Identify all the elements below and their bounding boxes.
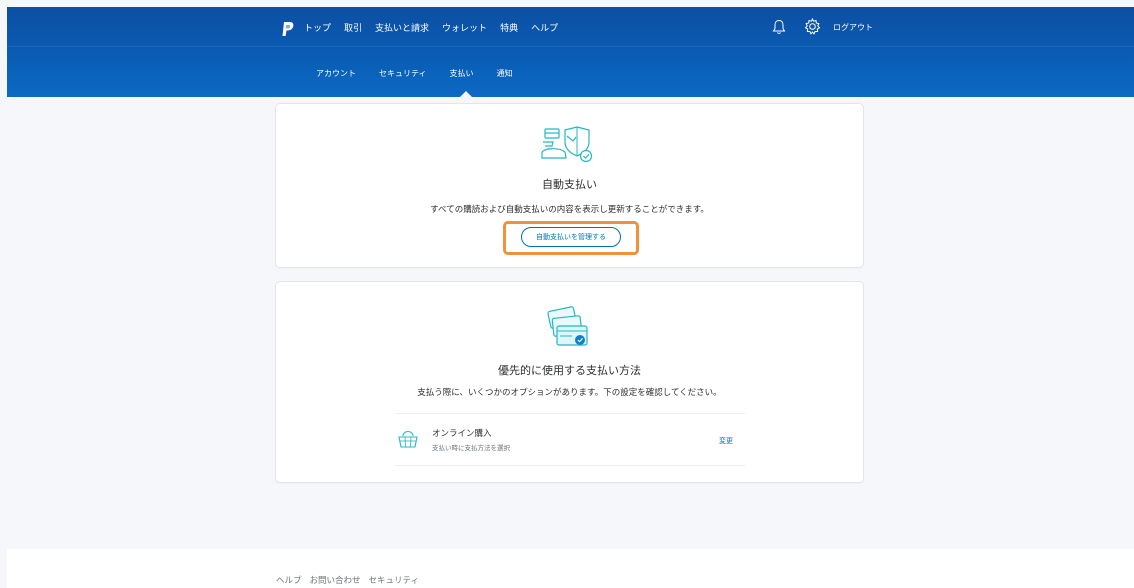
footer-contact-link[interactable]: お問い合わせ bbox=[310, 574, 361, 586]
tab-security[interactable]: セキュリティ bbox=[379, 68, 427, 79]
primary-nav: トップ 取引 支払いと請求 ウォレット 特典 ヘルプ bbox=[304, 21, 571, 34]
nav-wallet[interactable]: ウォレット bbox=[442, 21, 487, 34]
gear-icon[interactable] bbox=[804, 18, 821, 35]
top-navigation-bar: トップ 取引 支払いと請求 ウォレット 特典 ヘルプ ログアウト アカウント セ… bbox=[7, 7, 1134, 98]
footer-security-link[interactable]: セキュリティ bbox=[369, 574, 420, 586]
autopay-title: 自動支払い bbox=[542, 178, 597, 191]
active-tab-indicator bbox=[459, 91, 473, 98]
tab-account[interactable]: アカウント bbox=[316, 68, 356, 79]
preferred-payment-description: 支払う際に、いくつかのオプションがあります。下の設定を確認してください。 bbox=[417, 388, 722, 398]
bell-icon[interactable] bbox=[772, 19, 786, 35]
autopay-shield-icon bbox=[541, 126, 593, 163]
preferred-payment-title: 優先的に使用する支払い方法 bbox=[498, 364, 641, 377]
online-purchase-title: オンライン購入 bbox=[432, 429, 492, 439]
nav-offers[interactable]: 特典 bbox=[500, 21, 518, 34]
payment-cards-icon bbox=[547, 306, 588, 346]
footer-band bbox=[7, 549, 1134, 588]
preferred-payment-card: 優先的に使用する支払い方法 支払う際に、いくつかのオプションがあります。下の設定… bbox=[275, 281, 864, 483]
tab-notifications[interactable]: 通知 bbox=[497, 68, 513, 79]
secondary-nav: アカウント セキュリティ 支払い 通知 bbox=[316, 68, 536, 79]
online-purchase-subtitle: 支払い時に支払方法を選択 bbox=[432, 444, 510, 452]
manage-autopay-button[interactable]: 自動支払いを管理する bbox=[521, 227, 621, 247]
change-link[interactable]: 変更 bbox=[719, 436, 733, 446]
option-divider-bottom bbox=[395, 465, 745, 466]
option-divider-top bbox=[395, 413, 745, 414]
logout-link[interactable]: ログアウト bbox=[833, 22, 873, 33]
nav-help[interactable]: ヘルプ bbox=[531, 21, 558, 34]
primary-nav-row: トップ 取引 支払いと請求 ウォレット 特典 ヘルプ ログアウト bbox=[7, 7, 1134, 47]
shopping-basket-icon bbox=[398, 430, 418, 448]
tab-payments[interactable]: 支払い bbox=[450, 68, 474, 79]
footer-links: ヘルプ お問い合わせ セキュリティ bbox=[276, 574, 427, 586]
header-divider bbox=[7, 46, 1134, 47]
autopay-card: 自動支払い すべての購読および自動支払いの内容を表示し更新することができます。 … bbox=[275, 103, 864, 268]
autopay-description: すべての購読および自動支払いの内容を表示し更新することができます。 bbox=[430, 205, 709, 215]
nav-activity[interactable]: 取引 bbox=[344, 21, 362, 34]
nav-home[interactable]: トップ bbox=[304, 21, 331, 34]
nav-pay-and-request[interactable]: 支払いと請求 bbox=[375, 21, 429, 34]
footer-help-link[interactable]: ヘルプ bbox=[276, 574, 302, 586]
paypal-logo[interactable] bbox=[282, 21, 294, 37]
